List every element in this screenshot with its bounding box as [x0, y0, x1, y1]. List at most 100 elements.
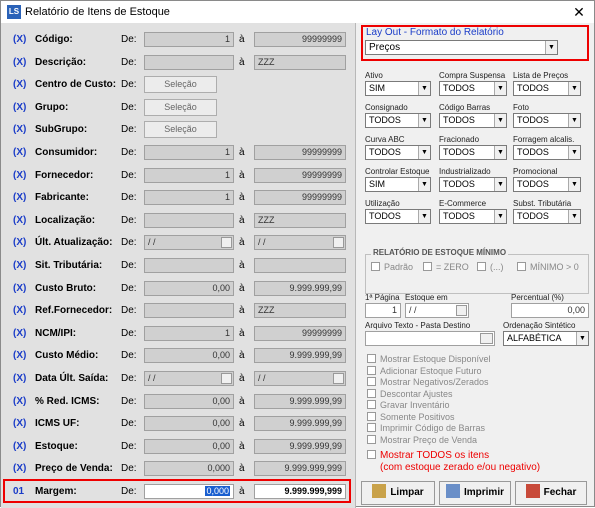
calendar-icon[interactable] [333, 237, 344, 249]
from-field[interactable]: 1 [144, 167, 234, 183]
to-field[interactable]: / / [254, 235, 346, 251]
minimo-zero[interactable]: = ZERO [423, 262, 469, 272]
to-field[interactable]: 9.999.999,99 [254, 438, 346, 454]
to-field[interactable] [254, 258, 346, 273]
selecao-button[interactable]: Seleção [144, 121, 217, 139]
to-field[interactable]: 99999999 [254, 190, 346, 206]
ordenacao-select[interactable]: ALFABÉTICA ▼ [503, 331, 589, 346]
close-icon[interactable]: ✕ [570, 3, 588, 21]
to-field[interactable]: 99999999 [254, 167, 346, 183]
pagina-field[interactable]: 1 [365, 303, 401, 318]
filter-select[interactable]: TODOS ▼ [513, 81, 581, 96]
from-field[interactable]: 0,000 [144, 461, 234, 477]
filter-select[interactable]: TODOS ▼ [439, 209, 507, 224]
option-check[interactable]: Mostrar Preço de Venda [367, 434, 477, 445]
broom-icon [372, 484, 387, 498]
filter-select[interactable]: TODOS ▼ [365, 209, 431, 224]
to-field[interactable]: ZZZ [254, 303, 346, 319]
to-field[interactable]: / / [254, 371, 346, 386]
to-field[interactable]: 9.999.999,99 [254, 416, 346, 432]
option-check-label: Descontar Ajustes [380, 388, 453, 399]
to-field[interactable]: 9.999.999,99 [254, 393, 346, 409]
option-check[interactable]: Somente Positivos [367, 411, 455, 422]
a-label: à [239, 463, 245, 475]
filter-select[interactable]: TODOS ▼ [439, 177, 507, 192]
filter-label: Últ. Atualização: [35, 237, 113, 249]
to-field[interactable]: 99999999 [254, 32, 346, 47]
filter-field-label: Consignado [365, 103, 408, 112]
option-check[interactable]: Mostrar Negativos/Zerados [367, 377, 489, 387]
chevron-down-icon: ▼ [568, 82, 580, 95]
imprimir-button[interactable]: Imprimir [439, 481, 511, 505]
to-value: 99999999 [301, 327, 342, 338]
fechar-button[interactable]: Fechar [515, 481, 587, 505]
from-field[interactable]: 1 [144, 325, 234, 341]
from-field[interactable]: 1 [144, 145, 234, 160]
filter-row: (X) Preço de Venda: De: 0,000 à 9.999.999… [1, 458, 356, 480]
to-field[interactable]: 9.999.999,999 [254, 461, 346, 477]
from-field[interactable] [144, 212, 234, 228]
option-check[interactable]: Imprimir Código de Barras [367, 423, 485, 433]
filter-select[interactable]: TODOS ▼ [513, 113, 581, 128]
minimo-outro[interactable]: (...) [477, 262, 504, 272]
percentual-field[interactable]: 0,00 [511, 303, 589, 318]
mostrar-todos-check[interactable]: Mostrar TODOS os itens [367, 450, 489, 461]
option-check[interactable]: Adicionar Estoque Futuro [367, 365, 482, 376]
from-field[interactable]: 0,00 [144, 438, 234, 454]
selecao-button[interactable]: Seleção [144, 76, 217, 94]
range-icon: (X) [13, 192, 27, 204]
ordenacao-value: ALFABÉTICA [507, 333, 562, 343]
to-field[interactable]: 99999999 [254, 325, 346, 341]
from-field[interactable]: 0,00 [144, 280, 234, 296]
filter-select[interactable]: TODOS ▼ [365, 145, 431, 160]
folder-icon[interactable] [480, 333, 493, 344]
filter-select[interactable]: TODOS ▼ [439, 113, 507, 128]
from-field[interactable] [144, 54, 234, 70]
filter-row: (X) Estoque: De: 0,00 à 9.999.999,99 [1, 436, 356, 458]
selecao-button[interactable]: Seleção [144, 98, 217, 116]
from-field[interactable]: 0,00 [144, 348, 234, 364]
from-field[interactable]: 1 [144, 32, 234, 47]
filter-select[interactable]: SIM ▼ [365, 177, 431, 192]
option-check[interactable]: Mostrar Estoque Disponível [367, 354, 491, 364]
layout-select[interactable]: Preços ▼ [365, 40, 558, 55]
option-check-label: Adicionar Estoque Futuro [380, 365, 482, 376]
estoque-em-field[interactable]: / / [405, 303, 469, 318]
from-field[interactable] [144, 303, 234, 319]
mostrar-todos-sub: (com estoque zerado e/ou negativo) [380, 462, 541, 473]
filter-select-value: TODOS [443, 179, 475, 189]
filter-select[interactable]: TODOS ▼ [513, 209, 581, 224]
filter-select[interactable]: TODOS ▼ [439, 145, 507, 160]
filter-row: (X) Sit. Tributária: De: à [1, 255, 356, 277]
calendar-icon[interactable] [456, 305, 467, 316]
minimo-padrao[interactable]: Padrão [371, 262, 413, 272]
from-field[interactable]: / / [144, 371, 234, 386]
arquivo-field[interactable] [365, 331, 495, 346]
filter-select[interactable]: SIM ▼ [365, 81, 431, 96]
to-field[interactable]: 9.999.999,99 [254, 280, 346, 296]
filter-row: (X) Descrição: De: à ZZZ [1, 52, 356, 74]
filter-select[interactable]: TODOS ▼ [439, 81, 507, 96]
to-field[interactable]: ZZZ [254, 54, 346, 70]
from-field[interactable]: 0,00 [144, 416, 234, 432]
from-field[interactable]: 0,00 [144, 393, 234, 409]
checkbox-icon [517, 262, 526, 271]
calendar-icon[interactable] [221, 373, 232, 384]
option-check[interactable]: Descontar Ajustes [367, 388, 453, 399]
from-field[interactable]: 1 [144, 190, 234, 206]
from-field[interactable] [144, 258, 234, 273]
range-icon: (X) [13, 79, 27, 91]
filter-select[interactable]: TODOS ▼ [513, 145, 581, 160]
to-field[interactable]: ZZZ [254, 212, 346, 228]
to-field[interactable]: 9.999.999,99 [254, 348, 346, 364]
filter-select[interactable]: TODOS ▼ [365, 113, 431, 128]
option-check[interactable]: Gravar Inventário [367, 400, 450, 410]
from-field[interactable]: / / [144, 235, 234, 251]
calendar-icon[interactable] [333, 373, 344, 384]
to-field[interactable]: 99999999 [254, 145, 346, 160]
limpar-button[interactable]: Limpar [361, 481, 435, 505]
minimo-maior-zero[interactable]: MÍNIMO > 0 [517, 262, 579, 272]
chevron-down-icon: ▼ [418, 114, 430, 127]
filter-select[interactable]: TODOS ▼ [513, 177, 581, 192]
calendar-icon[interactable] [221, 237, 232, 249]
